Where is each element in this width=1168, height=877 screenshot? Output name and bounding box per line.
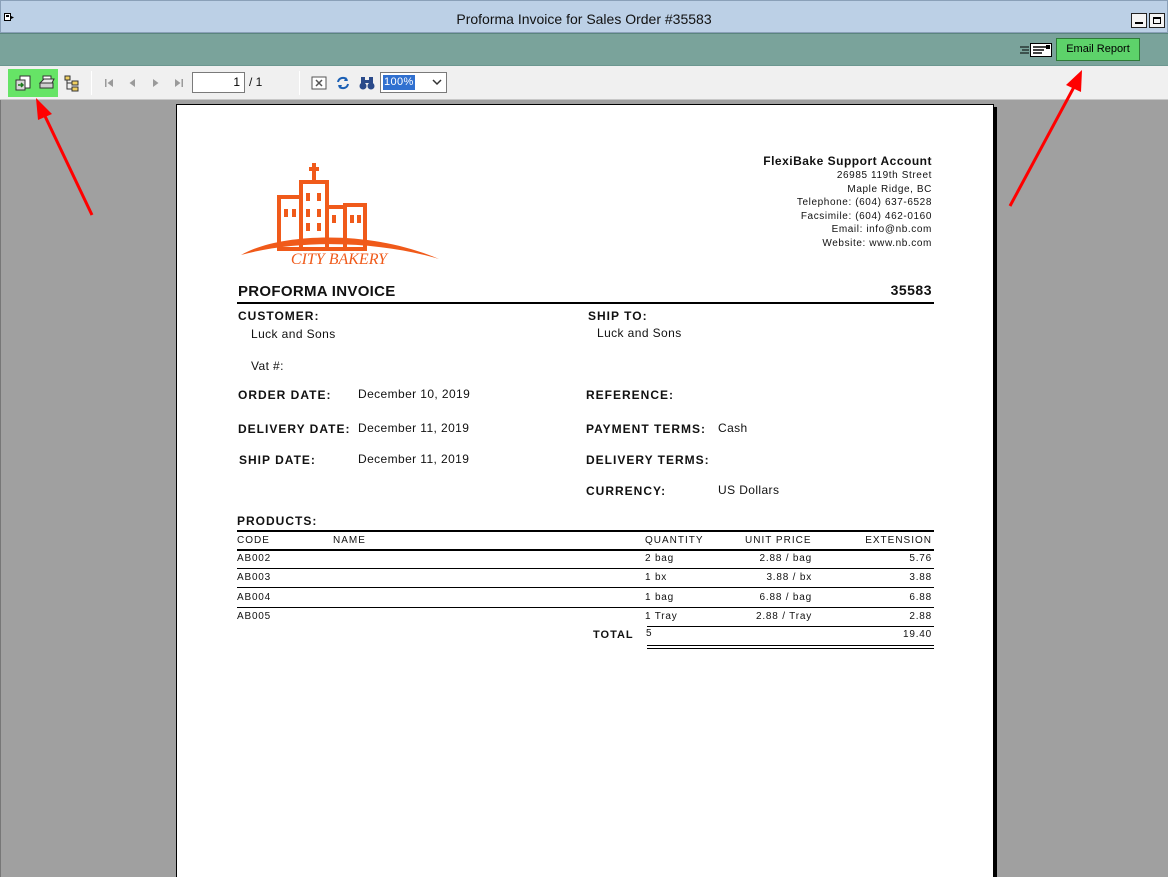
company-telephone: Telephone: (604) 637-6528 <box>796 197 932 208</box>
total-extension: 19.40 <box>902 629 932 640</box>
products-top-rule <box>237 530 934 532</box>
next-page-icon[interactable] <box>151 77 161 89</box>
search-binoculars-icon[interactable] <box>358 74 376 92</box>
row-extension: 2.88 <box>909 611 932 622</box>
row-code: AB004 <box>237 592 272 603</box>
row-rule <box>237 607 934 608</box>
row-code: AB002 <box>237 553 272 564</box>
row-rule <box>237 568 934 569</box>
header-rule <box>237 549 934 551</box>
total-label: TOTAL <box>593 629 634 641</box>
refresh-icon[interactable] <box>334 74 352 92</box>
row-unit-price: 2.88 / bag <box>759 553 812 564</box>
payment-terms-value: Cash <box>718 421 748 435</box>
delivery-date-label: DELIVERY DATE: <box>238 422 351 436</box>
products-label: PRODUCTS: <box>237 514 318 528</box>
minimize-button[interactable] <box>1131 13 1147 28</box>
total-top-rule <box>647 626 934 627</box>
row-quantity: 1 bx <box>645 572 668 583</box>
customer-name: Luck and Sons <box>251 327 336 341</box>
zoom-value: 100% <box>383 75 415 90</box>
total-double-rule-bottom <box>647 648 934 649</box>
row-code: AB005 <box>237 611 272 622</box>
order-date-value: December 10, 2019 <box>358 387 471 401</box>
page-total-label: / 1 <box>249 75 263 89</box>
currency-value: US Dollars <box>718 483 780 497</box>
company-name: FlexiBake Support Account <box>763 154 932 168</box>
row-rule <box>237 587 934 588</box>
row-quantity: 1 bag <box>645 592 675 603</box>
previous-page-icon[interactable] <box>127 77 137 89</box>
row-unit-price: 2.88 / Tray <box>755 611 812 622</box>
row-quantity: 2 bag <box>645 553 675 564</box>
column-header-code: CODE <box>237 535 270 546</box>
report-viewer-toolbar: 1 / 1 100% <box>0 66 1168 100</box>
last-page-icon[interactable] <box>174 77 184 89</box>
row-quantity: 1 Tray <box>645 611 678 622</box>
logo-text: CITY BAKERY <box>291 251 389 267</box>
title-rule <box>237 302 934 304</box>
ship-date-value: December 11, 2019 <box>358 452 470 466</box>
customer-label: CUSTOMER: <box>238 309 320 323</box>
first-page-icon[interactable] <box>104 77 114 89</box>
toolbar-separator <box>91 71 92 95</box>
company-street: 26985 119th Street <box>836 170 932 181</box>
row-extension: 6.88 <box>909 592 932 603</box>
row-extension: 3.88 <box>909 572 932 583</box>
column-header-unit-price: UNIT PRICE <box>745 535 812 546</box>
ship-date-label: SHIP DATE: <box>239 453 316 467</box>
row-extension: 5.76 <box>909 553 932 564</box>
delivery-date-value: December 11, 2019 <box>358 421 470 435</box>
report-page: CITY BAKERY FlexiBake Support Account 26… <box>176 104 994 877</box>
column-header-name: NAME <box>333 535 366 546</box>
close-view-icon[interactable] <box>310 74 328 92</box>
maximize-button[interactable] <box>1149 13 1165 28</box>
window-title: Proforma Invoice for Sales Order #35583 <box>456 11 712 27</box>
report-action-bar: Email Report <box>0 33 1168 66</box>
column-header-extension: EXTENSION <box>865 535 932 546</box>
row-unit-price: 3.88 / bx <box>766 572 812 583</box>
group-tree-icon[interactable] <box>63 74 81 92</box>
export-icon[interactable] <box>14 74 32 92</box>
invoice-number: 35583 <box>890 282 932 298</box>
city-bakery-logo: CITY BAKERY <box>241 163 439 267</box>
order-date-label: ORDER DATE: <box>238 388 332 402</box>
toolbar-separator <box>299 71 300 95</box>
window-title-bar: Proforma Invoice for Sales Order #35583 <box>0 0 1168 33</box>
payment-terms-label: PAYMENT TERMS: <box>586 422 707 436</box>
company-email: Email: info@nb.com <box>831 224 932 235</box>
delivery-terms-label: DELIVERY TERMS: <box>586 453 710 467</box>
report-preview-area: CITY BAKERY FlexiBake Support Account 26… <box>0 100 1168 877</box>
ship-to-label: SHIP TO: <box>588 309 648 323</box>
row-code: AB003 <box>237 572 272 583</box>
row-unit-price: 6.88 / bag <box>759 592 812 603</box>
vat-label: Vat #: <box>251 359 284 373</box>
company-city: Maple Ridge, BC <box>847 184 932 195</box>
total-quantity: 5 <box>646 628 653 639</box>
company-website: Website: www.nb.com <box>822 238 932 249</box>
company-facsimile: Facsimile: (604) 462-0160 <box>800 211 932 222</box>
email-envelope-icon[interactable] <box>1020 42 1052 58</box>
ship-to-name: Luck and Sons <box>597 326 682 340</box>
reference-label: REFERENCE: <box>586 388 675 402</box>
currency-label: CURRENCY: <box>586 484 667 498</box>
print-icon[interactable] <box>38 74 56 92</box>
total-double-rule-top <box>647 645 934 646</box>
invoice-title: PROFORMA INVOICE <box>238 283 396 300</box>
email-report-button[interactable]: Email Report <box>1056 38 1140 61</box>
zoom-select[interactable]: 100% <box>380 72 447 93</box>
column-header-quantity: QUANTITY <box>645 535 704 546</box>
chevron-down-icon[interactable] <box>431 76 443 89</box>
current-page-input[interactable]: 1 <box>192 72 245 93</box>
